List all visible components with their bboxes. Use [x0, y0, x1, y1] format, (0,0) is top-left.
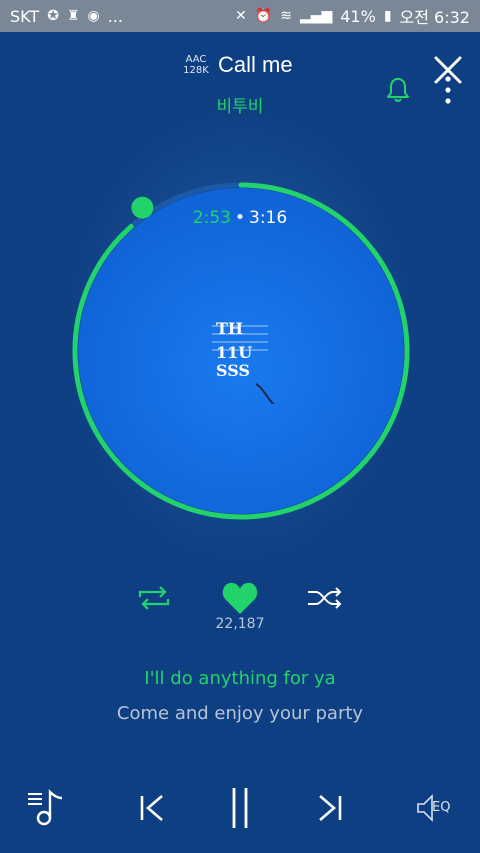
status-bar-left: SKT ✪ ♜ ◉ ...: [10, 7, 123, 26]
bell-icon[interactable]: [384, 76, 412, 104]
playlist-icon[interactable]: [26, 786, 70, 826]
app-notification-icon: ◉: [87, 8, 100, 24]
carrier-label: SKT: [10, 6, 40, 26]
eq-label: EQ: [432, 800, 451, 815]
signal-icon: ▂▄▆: [299, 8, 333, 24]
clock: 오전 6:32: [399, 8, 470, 27]
art-line-2: 11U: [216, 343, 252, 362]
notification-icon: ✪: [47, 8, 59, 24]
like-count: 22,187: [215, 616, 265, 632]
song-title: Call me: [218, 52, 293, 77]
time-separator: •: [234, 208, 246, 228]
art-line-1: TH: [216, 319, 243, 338]
pause-icon[interactable]: [224, 786, 256, 830]
status-bar-right: ✕ ⏰ ≋ ▂▄▆ 41% ▮ 오전 6:32: [235, 4, 470, 28]
incognito-icon: ♜: [66, 8, 80, 24]
playback-controls: EQ: [0, 780, 480, 840]
alarm-icon: ⏰: [254, 8, 273, 24]
time-display: 2:53 • 3:16: [0, 208, 480, 228]
previous-track-icon[interactable]: [136, 792, 168, 824]
equalizer-button[interactable]: EQ: [414, 792, 458, 824]
status-bar: SKT ✪ ♜ ◉ ... ✕ ⏰ ≋ ▂▄▆ 41% ▮ 오전 6:32: [0, 0, 480, 32]
total-duration: 3:16: [249, 208, 288, 228]
lyric-current-line[interactable]: I'll do anything for ya: [0, 668, 480, 689]
shuffle-icon[interactable]: [306, 584, 344, 612]
audio-codec: AAC: [185, 54, 207, 65]
repeat-icon[interactable]: [136, 584, 172, 612]
next-track-icon[interactable]: [314, 792, 346, 824]
art-line-3: SSS: [216, 361, 250, 380]
elapsed-time: 2:53: [192, 208, 231, 228]
album-art-logo: TH 11U SSS: [212, 319, 275, 404]
lyric-next-line[interactable]: Come and enjoy your party: [0, 703, 480, 724]
more-notifications: ...: [107, 6, 123, 26]
like-heart-icon[interactable]: [221, 580, 259, 616]
mute-icon: ✕: [235, 8, 247, 24]
more-options-icon[interactable]: [440, 74, 456, 106]
battery-percent: 41%: [340, 6, 376, 26]
audio-bitrate: 128K: [183, 65, 209, 76]
track-actions: 22,187: [0, 578, 480, 638]
audio-quality-badge: AAC 128K: [176, 54, 216, 76]
wifi-icon: ≋: [280, 8, 292, 24]
battery-icon: ▮: [383, 8, 392, 24]
